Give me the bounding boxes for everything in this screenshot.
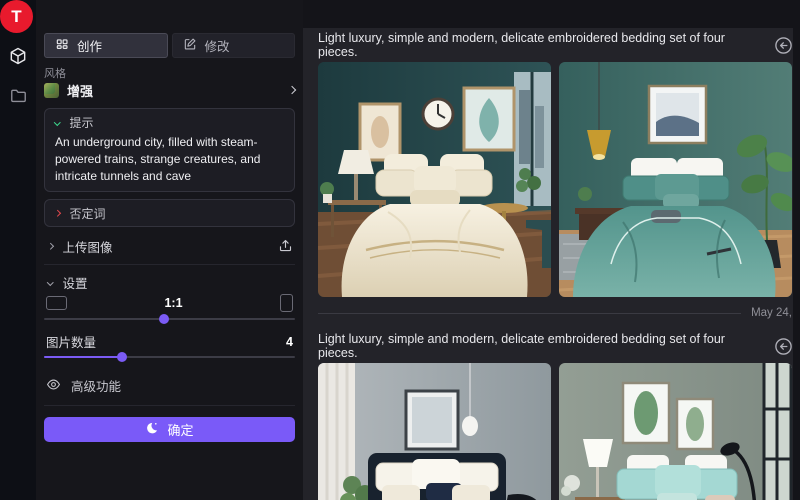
moon-sparkle-icon — [145, 421, 159, 438]
style-section-label: 风格 — [44, 65, 295, 77]
divider-line — [318, 313, 741, 314]
chevron-right-icon — [288, 86, 296, 94]
upload-label: 上传图像 — [63, 237, 113, 256]
eye-icon — [46, 377, 61, 395]
negative-card: 否定词 — [44, 199, 295, 227]
aspect-slider-knob[interactable] — [159, 314, 169, 324]
gallery: Light luxury, simple and modern, delicat… — [303, 28, 793, 500]
confirm-button[interactable]: 确定 — [44, 417, 295, 442]
chevron-down-icon — [47, 279, 53, 285]
portrait-icon — [280, 294, 293, 312]
grid-icon — [55, 37, 69, 54]
settings-label: 设置 — [63, 273, 88, 292]
prompt-label: 提示 — [70, 114, 94, 131]
left-rail: T — [0, 0, 36, 500]
reuse-prompt-icon[interactable] — [774, 337, 793, 356]
advanced-toggle[interactable]: 高级功能 — [44, 376, 295, 406]
negative-toggle[interactable]: 否定词 — [55, 206, 284, 220]
tab-edit[interactable]: 修改 — [172, 33, 296, 58]
prompt-card: 提示 An underground city, filled with stea… — [44, 108, 295, 192]
count-slider-knob[interactable] — [117, 352, 127, 362]
rail-item-files[interactable] — [6, 86, 30, 110]
generated-image-4[interactable] — [559, 363, 792, 500]
generated-image-2[interactable] — [559, 62, 792, 297]
style-selector[interactable]: 增强 — [44, 79, 295, 101]
logo-avatar[interactable]: T — [0, 0, 33, 33]
image-count-label: 图片数量 — [46, 332, 96, 351]
style-value: 增强 — [67, 81, 93, 100]
count-slider[interactable] — [44, 351, 295, 363]
tab-edit-label: 修改 — [205, 36, 230, 55]
app-root: T — [0, 0, 800, 500]
gallery-prompt-text: Light luxury, simple and modern, delicat… — [318, 31, 762, 59]
chevron-right-icon — [47, 243, 53, 249]
landscape-icon — [46, 296, 67, 310]
aspect-ratio-row: 1:1 — [44, 295, 295, 311]
folder-icon — [9, 86, 28, 110]
negative-label: 否定词 — [70, 205, 106, 222]
style-thumbnail — [44, 83, 59, 98]
cube-icon — [8, 46, 28, 71]
gallery-prompt-row: Light luxury, simple and modern, delicat… — [303, 28, 793, 62]
rail-item-models[interactable] — [6, 46, 30, 70]
tab-create[interactable]: 创作 — [44, 33, 168, 58]
date-label: May 24, — [751, 307, 793, 319]
image-count-value: 4 — [286, 335, 293, 349]
gallery-row — [303, 62, 793, 297]
prompt-toggle[interactable]: 提示 — [55, 115, 284, 129]
tab-create-label: 创作 — [77, 36, 102, 55]
logo-letter: T — [11, 7, 21, 27]
bedroom-scene-mint — [559, 363, 792, 500]
bedroom-scene-teal — [559, 62, 792, 297]
aspect-slider[interactable] — [44, 313, 295, 325]
edit-icon — [183, 37, 197, 54]
advanced-label: 高级功能 — [71, 376, 121, 395]
image-count-row: 图片数量 4 — [44, 334, 295, 349]
reuse-prompt-icon[interactable] — [774, 36, 793, 55]
gallery-prompt-text: Light luxury, simple and modern, delicat… — [318, 332, 762, 360]
upload-image-row[interactable]: 上传图像 — [44, 233, 295, 265]
gallery-row — [303, 363, 793, 500]
prompt-input[interactable]: An underground city, filled with steam-p… — [55, 134, 284, 185]
upload-icon — [278, 238, 293, 256]
aspect-ratio-value: 1:1 — [164, 296, 182, 310]
chevron-right-icon — [54, 210, 60, 216]
generated-image-3[interactable] — [318, 363, 551, 500]
bedroom-scene-gray — [318, 363, 551, 500]
control-panel: 创作 修改 风格 增强 提示 An unde — [36, 0, 303, 500]
date-divider: May 24, — [303, 297, 793, 329]
bedroom-scene-cream — [318, 62, 551, 297]
chevron-down-icon — [54, 119, 60, 125]
gallery-prompt-row: Light luxury, simple and modern, delicat… — [303, 329, 793, 363]
generated-image-1[interactable] — [318, 62, 551, 297]
confirm-label: 确定 — [167, 420, 193, 439]
mode-tabs: 创作 修改 — [44, 33, 295, 58]
settings-toggle[interactable]: 设置 — [44, 271, 295, 289]
